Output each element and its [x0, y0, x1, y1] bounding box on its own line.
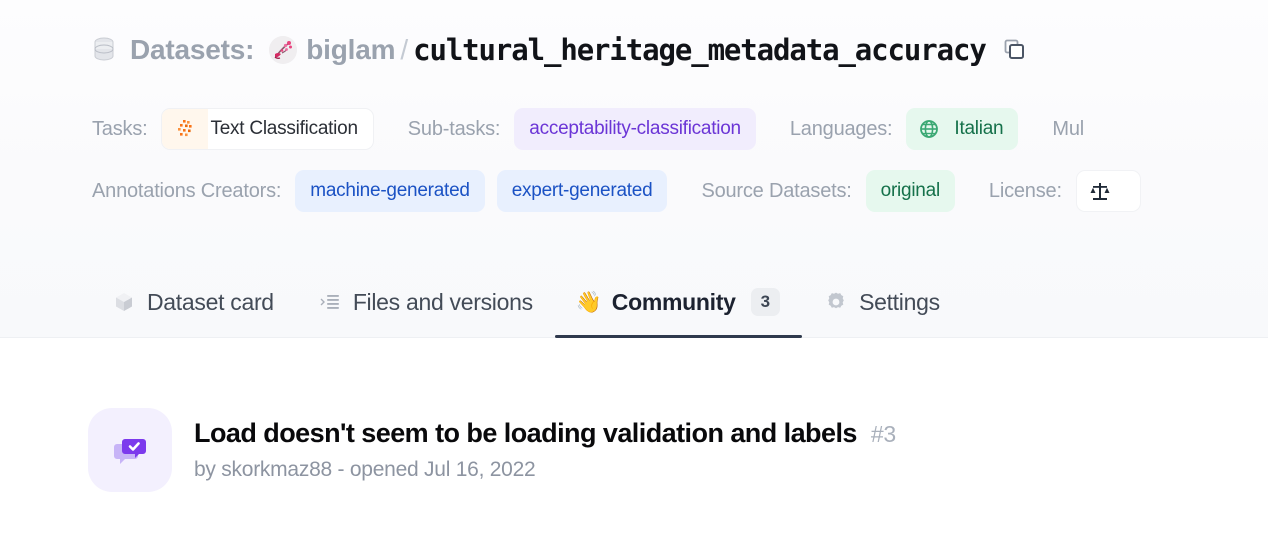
tag-label: expert-generated	[511, 180, 653, 201]
datasets-label: Datasets:	[130, 34, 255, 65]
tag-text-classification[interactable]: Text Classification	[161, 108, 374, 150]
gear-icon	[824, 290, 848, 314]
database-icon	[92, 36, 116, 64]
tab-label: Settings	[859, 288, 940, 315]
file-list-icon	[318, 290, 342, 314]
multilinguality-label: Mul	[1052, 117, 1085, 140]
tag-label: Text Classification	[210, 118, 358, 139]
discussion-list-item[interactable]: Load doesn't seem to be loading validati…	[0, 390, 1268, 510]
meta-row-annotations: Annotations Creators: machine-generated …	[92, 170, 1153, 212]
tag-original[interactable]: original	[865, 170, 955, 212]
datasets-repo-page: Datasets: biglam / cultural_heritage_met…	[0, 0, 1268, 536]
source-datasets-label: Source Datasets:	[701, 179, 852, 202]
tab-files-and-versions[interactable]: Files and versions	[296, 266, 555, 338]
org-name[interactable]: biglam	[306, 34, 395, 66]
repo-title-row: Datasets: biglam / cultural_heritage_met…	[92, 33, 1026, 67]
tab-label: Community	[611, 288, 736, 315]
tag-expert-generated[interactable]: expert-generated	[496, 170, 668, 212]
tag-label: acceptability-classification	[529, 118, 741, 139]
globe-icon	[906, 108, 952, 150]
discussion-number: #3	[870, 421, 896, 447]
repo-header: Datasets: biglam / cultural_heritage_met…	[0, 0, 1268, 338]
tab-label: Files and versions	[352, 288, 533, 315]
license-balance-icon	[1077, 171, 1123, 211]
tag-acceptability-classification[interactable]: acceptability-classification	[514, 108, 756, 150]
org-avatar	[269, 36, 298, 64]
annotations-creators-label: Annotations Creators:	[92, 179, 282, 202]
tab-label: Dataset card	[147, 288, 274, 315]
discussion-meta: by skorkmaz88 - opened Jul 16, 2022	[194, 458, 536, 481]
tab-settings[interactable]: Settings	[802, 266, 962, 338]
tag-label: Italian	[954, 118, 1004, 139]
tab-dataset-card[interactable]: Dataset card	[90, 266, 296, 338]
copy-icon[interactable]	[1002, 38, 1026, 62]
tag-label: machine-generated	[310, 180, 470, 201]
license-label: License:	[988, 179, 1062, 202]
subtasks-label: Sub-tasks:	[407, 117, 501, 140]
waving-hand-icon: 👋	[575, 290, 602, 314]
tag-license[interactable]	[1075, 170, 1141, 212]
text-classification-icon	[162, 109, 209, 149]
discussion-body: Load doesn't seem to be loading validati…	[194, 418, 896, 482]
discussion-list: Load doesn't seem to be loading validati…	[0, 338, 1268, 510]
repo-name[interactable]: cultural_heritage_metadata_accuracy	[413, 33, 987, 67]
languages-label: Languages:	[789, 117, 893, 140]
discussion-title[interactable]: Load doesn't seem to be loading validati…	[194, 418, 857, 449]
tab-community[interactable]: 👋 Community 3	[554, 266, 803, 338]
tasks-label: Tasks:	[92, 117, 148, 140]
discussion-check-icon	[88, 408, 172, 492]
meta-row-tasks: Tasks: Text Classification Sub-tasks: ac…	[92, 108, 1098, 150]
cube-icon	[112, 290, 136, 314]
repo-tabbar: Dataset card Files and versions 👋 Commun	[0, 266, 1268, 338]
community-count-badge: 3	[750, 288, 781, 316]
discussion-title-line: Load doesn't seem to be loading validati…	[194, 418, 896, 449]
tag-italian[interactable]: Italian	[906, 108, 1019, 150]
tag-machine-generated[interactable]: machine-generated	[295, 170, 485, 212]
path-separator: /	[400, 34, 409, 65]
tag-label: original	[880, 180, 941, 201]
